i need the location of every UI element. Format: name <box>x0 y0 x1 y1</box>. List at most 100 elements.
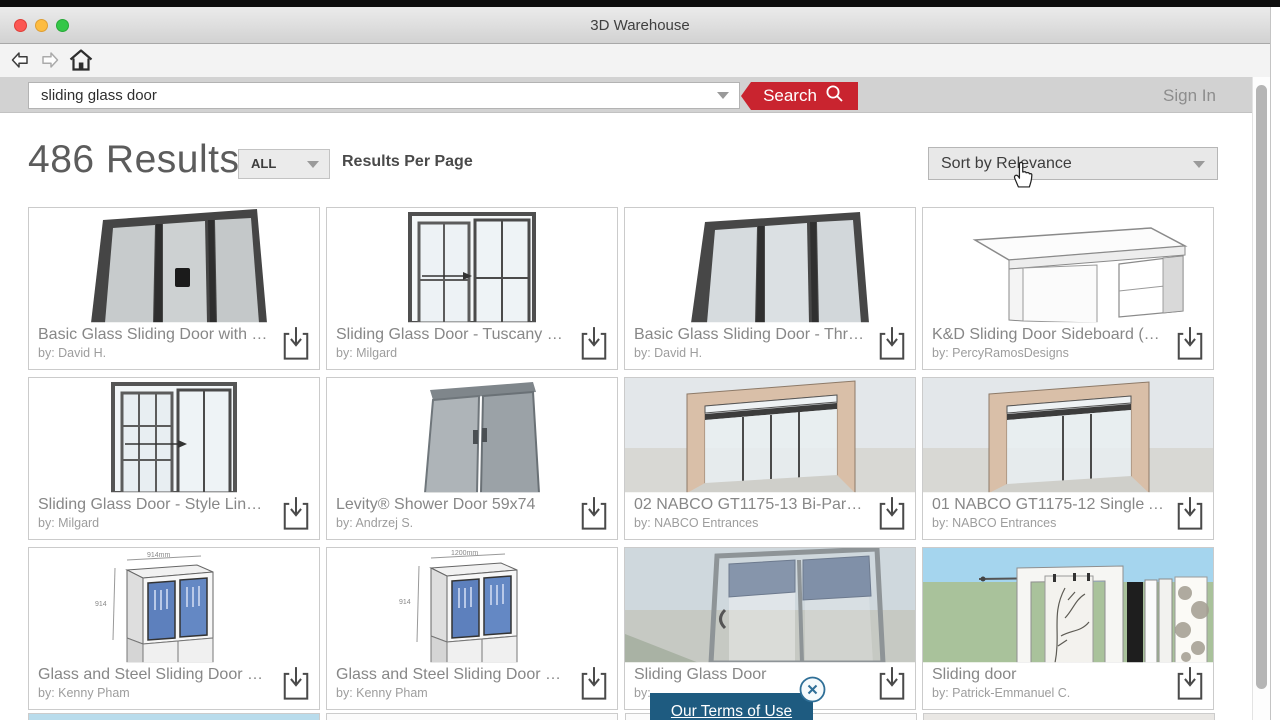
letterbox-bar <box>0 0 1280 7</box>
download-button[interactable] <box>875 326 909 364</box>
card-caption: Sliding Glass Door - Tuscany Ser... by: … <box>327 322 617 369</box>
download-button[interactable] <box>279 666 313 704</box>
window-minimize-button[interactable] <box>35 19 48 32</box>
result-card[interactable]: Sliding door by: Patrick-Emmanuel C. <box>922 547 1214 710</box>
model-author[interactable]: by: Milgard <box>336 345 608 361</box>
model-title[interactable]: 01 NABCO GT1175-12 Single All... <box>932 494 1204 515</box>
terms-banner: Our Terms of Use <box>650 693 813 720</box>
model-title[interactable]: Levity® Shower Door 59x74 <box>336 494 608 515</box>
search-query-text: sliding glass door <box>41 87 157 104</box>
result-card[interactable]: Sliding Glass Door - Tuscany Ser... by: … <box>326 207 618 370</box>
terms-of-use-link[interactable]: Our Terms of Use <box>671 698 792 720</box>
scrollbar-thumb[interactable] <box>1256 85 1267 689</box>
results-count: 486 Results <box>28 138 240 181</box>
model-title[interactable]: Sliding Glass Door - Style Line S... <box>38 494 310 515</box>
result-card[interactable]: 01 NABCO GT1175-12 Single All... by: NAB… <box>922 377 1214 540</box>
model-title[interactable]: Glass and Steel Sliding Door Ca... <box>336 664 608 685</box>
model-thumbnail-white-sideboard[interactable] <box>923 208 1213 323</box>
result-card[interactable]: K&D Sliding Door Sideboard (Do... by: Pe… <box>922 207 1214 370</box>
model-title[interactable]: Sliding door <box>932 664 1204 685</box>
model-author[interactable]: by: PercyRamosDesigns <box>932 345 1204 361</box>
sort-select[interactable]: Sort by Relevance <box>928 147 1218 180</box>
result-card[interactable]: 02 NABCO GT1175-13 Bi-Partin... by: NABC… <box>624 377 916 540</box>
magnifier-icon <box>825 84 844 108</box>
back-arrow-icon[interactable] <box>10 50 30 75</box>
model-author[interactable]: by: Kenny Pham <box>38 685 310 701</box>
result-card[interactable]: Basic Glass Sliding Door with Ha... by: … <box>28 207 320 370</box>
app-window: 3D Warehouse sliding glass door Search S… <box>0 0 1280 720</box>
download-icon <box>581 667 607 700</box>
model-author[interactable]: by: Patrick-Emmanuel C. <box>932 685 1204 701</box>
scrollbar-track[interactable] <box>1252 77 1270 720</box>
traffic-lights <box>14 19 69 32</box>
download-icon <box>283 497 309 530</box>
model-title[interactable]: 02 NABCO GT1175-13 Bi-Partin... <box>634 494 906 515</box>
download-button[interactable] <box>1173 496 1207 534</box>
model-author[interactable]: by: NABCO Entrances <box>634 515 906 531</box>
download-button[interactable] <box>1173 666 1207 704</box>
result-card[interactable]: Basic Glass Sliding Door - Three ... by:… <box>624 207 916 370</box>
model-author[interactable]: by: Andrzej S. <box>336 515 608 531</box>
model-author[interactable]: by: Kenny Pham <box>336 685 608 701</box>
model-author[interactable]: by: David H. <box>38 345 310 361</box>
svg-text:914: 914 <box>399 599 411 606</box>
model-thumbnail-blue-glass-cabinet-dims-2[interactable]: 1200mm 914 <box>327 548 617 663</box>
result-card[interactable]: 914mm 914 Glass and Steel Sliding Door Ca… <box>28 547 320 710</box>
model-title[interactable]: Glass and Steel Sliding Door Ca... <box>38 664 310 685</box>
download-icon <box>1177 497 1203 530</box>
model-thumbnail-tan-storefront-bi[interactable] <box>625 378 915 493</box>
download-button[interactable] <box>279 496 313 534</box>
download-icon <box>1177 327 1203 360</box>
download-icon <box>283 667 309 700</box>
model-thumbnail-dark-three-panel-door-handle[interactable] <box>29 208 319 323</box>
card-caption: 01 NABCO GT1175-12 Single All... by: NAB… <box>923 492 1213 539</box>
search-dropdown-arrow-icon[interactable] <box>717 92 729 99</box>
model-thumbnail-dark-three-panel-door[interactable] <box>625 208 915 323</box>
model-author[interactable]: by: David H. <box>634 345 906 361</box>
svg-text:1200mm: 1200mm <box>451 550 478 557</box>
result-card[interactable]: Sliding Glass Door - Style Line S... by:… <box>28 377 320 540</box>
window-edge <box>1270 7 1280 720</box>
model-thumbnail-grid-door-arrow-2[interactable] <box>29 378 319 493</box>
download-button[interactable] <box>875 496 909 534</box>
model-author[interactable]: by: Milgard <box>38 515 310 531</box>
download-icon <box>1177 667 1203 700</box>
home-icon[interactable] <box>69 49 93 76</box>
sign-in-link[interactable]: Sign In <box>1163 82 1216 110</box>
model-thumbnail-grid-door-arrow[interactable] <box>327 208 617 323</box>
model-thumbnail-door-scene-green[interactable] <box>923 548 1213 663</box>
model-title[interactable]: Basic Glass Sliding Door - Three ... <box>634 324 906 345</box>
model-title[interactable]: Basic Glass Sliding Door with Ha... <box>38 324 310 345</box>
download-button[interactable] <box>577 496 611 534</box>
svg-text:914mm: 914mm <box>147 552 171 559</box>
download-button[interactable] <box>279 326 313 364</box>
download-button[interactable] <box>1173 326 1207 364</box>
download-icon <box>879 667 905 700</box>
model-title[interactable]: Sliding Glass Door - Tuscany Ser... <box>336 324 608 345</box>
model-thumbnail-door-scene-gray[interactable] <box>625 548 915 663</box>
download-icon <box>283 327 309 360</box>
card-caption: Sliding Glass Door - Style Line S... by:… <box>29 492 319 539</box>
card-caption: Glass and Steel Sliding Door Ca... by: K… <box>29 662 319 709</box>
window-close-button[interactable] <box>14 19 27 32</box>
model-thumbnail-tan-storefront-single[interactable] <box>923 378 1213 493</box>
window-zoom-button[interactable] <box>56 19 69 32</box>
results-per-page-select[interactable]: ALL <box>238 149 330 179</box>
close-icon[interactable] <box>799 676 826 703</box>
download-button[interactable] <box>577 326 611 364</box>
model-title[interactable]: K&D Sliding Door Sideboard (Do... <box>932 324 1204 345</box>
forward-arrow-icon[interactable] <box>40 50 60 75</box>
model-author[interactable]: by: NABCO Entrances <box>932 515 1204 531</box>
model-thumbnail-blue-glass-cabinet-dims[interactable]: 914mm 914 <box>29 548 319 663</box>
search-button[interactable]: Search <box>741 82 858 110</box>
download-button[interactable] <box>875 666 909 704</box>
model-title[interactable]: Sliding Glass Door <box>634 664 906 685</box>
download-icon <box>581 327 607 360</box>
result-card[interactable]: Sliding Glass Door by: <box>624 547 916 710</box>
download-icon <box>581 497 607 530</box>
result-card[interactable]: 1200mm 914 Glass and Steel Sliding Door C… <box>326 547 618 710</box>
result-card[interactable]: Levity® Shower Door 59x74 by: Andrzej S. <box>326 377 618 540</box>
model-thumbnail-gray-shower-door[interactable] <box>327 378 617 493</box>
download-button[interactable] <box>577 666 611 704</box>
search-input[interactable]: sliding glass door <box>28 82 740 109</box>
